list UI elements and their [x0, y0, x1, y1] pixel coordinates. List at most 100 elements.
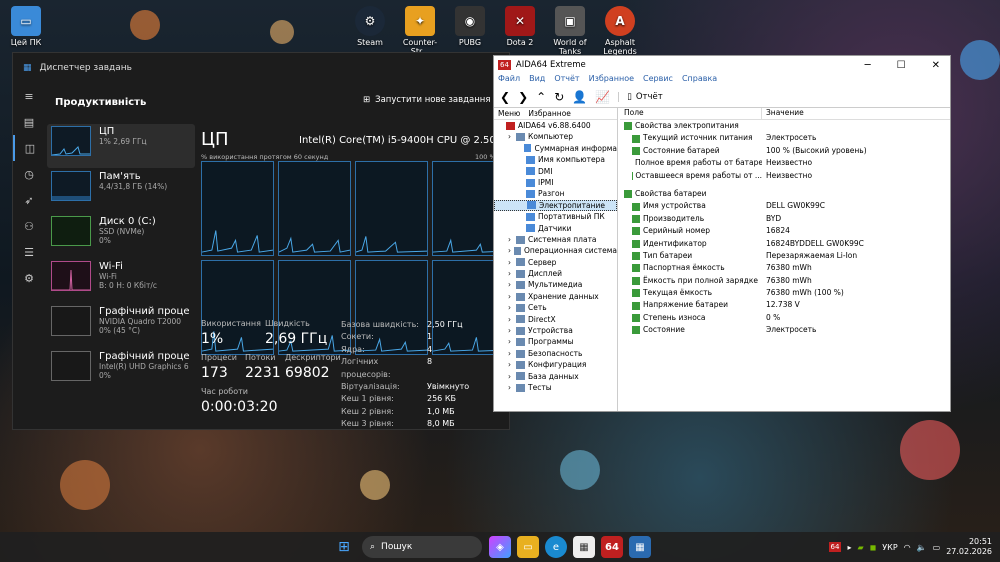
processes-icon[interactable]: ▤: [13, 109, 45, 135]
search-box[interactable]: ⌕ Пошук: [362, 536, 482, 558]
property-row[interactable]: Серийный номер 16824: [620, 225, 950, 237]
tree-item[interactable]: Портативный ПК: [494, 211, 617, 222]
desktop-icon-dota2[interactable]: ✕ Dota 2: [496, 6, 544, 47]
tree-item[interactable]: › Программы: [494, 336, 617, 347]
menu-service[interactable]: Сервис: [643, 74, 673, 86]
perf-item-wifi[interactable]: Wi-Fi Wi-Fi В: 0 Н: 0 Кбіт/с: [47, 259, 195, 303]
expand-icon[interactable]: ›: [508, 234, 516, 245]
start-button[interactable]: ⊞: [333, 536, 355, 558]
expand-icon[interactable]: ›: [508, 336, 516, 347]
expand-icon[interactable]: ›: [508, 382, 516, 393]
tab-favorites[interactable]: Избранное: [528, 109, 571, 118]
perf-item-memory[interactable]: Пам'ять 4,4/31,8 ГБ (14%): [47, 169, 195, 213]
tab-menu[interactable]: Меню: [498, 109, 520, 118]
desktop-icon-this-pc[interactable]: ▭ Цей ПК: [2, 6, 50, 47]
report-button[interactable]: ▯ Отчёт: [618, 91, 663, 102]
chart-icon[interactable]: 📈: [595, 90, 610, 104]
tree-item[interactable]: AIDA64 v6.88.6400: [494, 120, 617, 131]
users-icon[interactable]: ⚇: [13, 213, 45, 239]
expand-icon[interactable]: ›: [508, 291, 516, 302]
menu-help[interactable]: Справка: [682, 74, 717, 86]
edge-icon[interactable]: e: [545, 536, 567, 558]
tray-gpu-icon[interactable]: ◼: [870, 543, 877, 552]
perf-item-gpu0[interactable]: Графічний проце NVIDIA Quadro T2000 0% (45…: [47, 304, 195, 348]
new-task-button[interactable]: ⊞ Запустити нове завдання: [363, 95, 490, 105]
tree-item[interactable]: › Мультимедиа: [494, 279, 617, 290]
menu-view[interactable]: Вид: [529, 74, 545, 86]
expand-icon[interactable]: ›: [508, 131, 516, 142]
up-icon[interactable]: ⌃: [536, 90, 546, 104]
aida64-taskbar-icon[interactable]: 64: [601, 536, 623, 558]
tree-item[interactable]: Электропитание: [494, 199, 617, 212]
expand-icon[interactable]: ›: [508, 279, 516, 290]
close-icon[interactable]: ✕: [932, 60, 940, 71]
tree-item[interactable]: Датчики: [494, 223, 617, 234]
expand-icon[interactable]: ›: [508, 348, 516, 359]
services-icon[interactable]: ⚙: [13, 265, 45, 291]
property-row[interactable]: Ёмкость при полной зарядке 76380 mWh: [620, 275, 950, 287]
tree-item[interactable]: › База данных: [494, 371, 617, 382]
history-icon[interactable]: ◷: [13, 161, 45, 187]
battery-tray-icon[interactable]: ▭: [933, 543, 941, 552]
tree-item[interactable]: DMI: [494, 166, 617, 177]
tree-item[interactable]: › DirectX: [494, 314, 617, 325]
perf-item-disk[interactable]: Диск 0 (C:) SSD (NVMe) 0%: [47, 214, 195, 258]
startup-icon[interactable]: ➶: [13, 187, 45, 213]
tree-item[interactable]: Имя компьютера: [494, 154, 617, 165]
wifi-icon[interactable]: ◠: [904, 543, 911, 552]
expand-icon[interactable]: ›: [508, 359, 516, 370]
property-row[interactable]: Тип батареи Перезаряжаемая Li-Ion: [620, 250, 950, 262]
user-icon[interactable]: 👤: [572, 90, 587, 104]
property-row[interactable]: Оставшееся время работы от ... Неизвестно: [620, 170, 950, 182]
property-row[interactable]: Состояние батарей 100 % (Высокий уровень): [620, 145, 950, 157]
property-row[interactable]: Идентификатор 16824BYDDELL GW0K99C: [620, 238, 950, 250]
expand-icon[interactable]: ›: [508, 268, 516, 279]
tree-item[interactable]: › Системная плата: [494, 234, 617, 245]
property-row[interactable]: Текущий источник питания Электросеть: [620, 132, 950, 144]
tree-item[interactable]: › Компьютер: [494, 131, 617, 142]
tree-item[interactable]: IPMI: [494, 177, 617, 188]
desktop-icon-steam[interactable]: ⚙ Steam: [346, 6, 394, 47]
desktop-icon-world-of-tanks[interactable]: ▣ World of Tanks: [546, 6, 594, 56]
tree-item[interactable]: › Тесты: [494, 382, 617, 393]
tree-item[interactable]: › Дисплей: [494, 268, 617, 279]
menu-favorites[interactable]: Избранное: [589, 74, 634, 86]
file-explorer-icon[interactable]: ▭: [517, 536, 539, 558]
perf-item-cpu[interactable]: ЦП 1% 2,69 ГГц: [47, 124, 195, 168]
perf-item-gpu1[interactable]: Графічний проце Intel(R) UHD Graphics 6 0%: [47, 349, 195, 393]
desktop-icon-pubg[interactable]: ◉ PUBG: [446, 6, 494, 47]
col-value[interactable]: Значение: [762, 108, 804, 119]
desktop-icon-counter-strike[interactable]: ✦Counter-Str...: [396, 6, 444, 56]
copilot-icon[interactable]: ◈: [489, 536, 511, 558]
tree-item[interactable]: › Операционная система: [494, 245, 617, 256]
property-row[interactable]: Паспортная ёмкость 76380 mWh: [620, 262, 950, 274]
maximize-icon[interactable]: ☐: [897, 60, 906, 71]
expand-icon[interactable]: ›: [508, 302, 516, 313]
settings-icon[interactable]: ⚙: [13, 423, 45, 429]
tree-item[interactable]: › Конфигурация: [494, 359, 617, 370]
property-row[interactable]: Полное время работы от батаре... Неизвест…: [620, 157, 950, 169]
volume-icon[interactable]: 🔈: [917, 543, 927, 552]
tree-item[interactable]: › Хранение данных: [494, 291, 617, 302]
tree-item[interactable]: › Безопасность: [494, 348, 617, 359]
menu-report[interactable]: Отчёт: [554, 74, 579, 86]
tree-item[interactable]: › Сервер: [494, 257, 617, 268]
language-indicator[interactable]: УКР: [882, 543, 897, 552]
tree-item[interactable]: › Сеть: [494, 302, 617, 313]
tree-item[interactable]: › Устройства: [494, 325, 617, 336]
store-icon[interactable]: ▦: [573, 536, 595, 558]
refresh-icon[interactable]: ↻: [554, 90, 564, 104]
property-row[interactable]: Имя устройства DELL GW0K99C: [620, 200, 950, 212]
property-row[interactable]: Состояние Электросеть: [620, 324, 950, 336]
desktop-icon-asphalt[interactable]: A Asphalt Legends: [596, 6, 644, 56]
tree-item[interactable]: Разгон: [494, 188, 617, 199]
expand-icon[interactable]: ›: [508, 371, 516, 382]
tray-aida-icon[interactable]: 64: [828, 542, 842, 552]
minimize-icon[interactable]: ─: [865, 60, 871, 71]
task-manager-taskbar-icon[interactable]: ▦: [629, 536, 651, 558]
clock[interactable]: 20:51 27.02.2026: [946, 537, 992, 557]
tree-item[interactable]: Суммарная информа: [494, 143, 617, 154]
hamburger-icon[interactable]: ≡: [13, 83, 45, 109]
menu-file[interactable]: Файл: [498, 74, 520, 86]
property-row[interactable]: Напряжение батареи 12.738 V: [620, 299, 950, 311]
